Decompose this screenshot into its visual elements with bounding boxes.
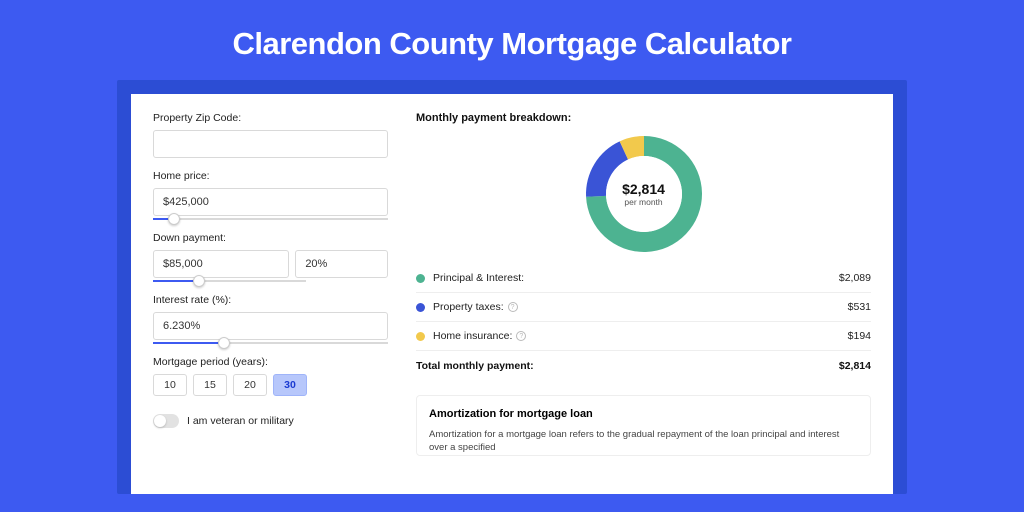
legend-row: Principal & Interest:$2,089 <box>416 264 871 293</box>
mortgage-period-options: 10 15 20 30 <box>153 374 388 396</box>
interest-rate-field: Interest rate (%): <box>153 294 388 344</box>
down-payment-amount-input[interactable] <box>153 250 289 278</box>
legend-dot <box>416 303 425 312</box>
slider-thumb[interactable] <box>168 213 180 225</box>
interest-rate-slider[interactable] <box>153 342 388 344</box>
calculator-card: Property Zip Code: Home price: Down paym… <box>131 94 893 494</box>
zip-field: Property Zip Code: <box>153 112 388 158</box>
legend-row: Home insurance:?$194 <box>416 322 871 351</box>
legend-label: Principal & Interest: <box>433 272 839 284</box>
period-option-10[interactable]: 10 <box>153 374 187 396</box>
home-price-slider[interactable] <box>153 218 388 220</box>
total-label: Total monthly payment: <box>416 360 839 372</box>
home-price-field: Home price: <box>153 170 388 220</box>
zip-input[interactable] <box>153 130 388 158</box>
payment-donut-chart: $2,814 per month <box>584 134 704 254</box>
slider-thumb[interactable] <box>218 337 230 349</box>
amortization-title: Amortization for mortgage loan <box>429 408 858 420</box>
donut-amount: $2,814 <box>622 181 665 197</box>
zip-label: Property Zip Code: <box>153 112 388 124</box>
home-price-input[interactable] <box>153 188 388 216</box>
donut-center: $2,814 per month <box>606 156 682 232</box>
page-title: Clarendon County Mortgage Calculator <box>0 0 1024 80</box>
legend-value: $194 <box>848 330 871 342</box>
total-value: $2,814 <box>839 360 871 372</box>
donut-wrap: $2,814 per month <box>416 130 871 264</box>
period-option-30[interactable]: 30 <box>273 374 307 396</box>
period-option-15[interactable]: 15 <box>193 374 227 396</box>
slider-thumb[interactable] <box>193 275 205 287</box>
mortgage-period-field: Mortgage period (years): 10 15 20 30 <box>153 356 388 396</box>
breakdown-heading: Monthly payment breakdown: <box>416 112 871 124</box>
veteran-row: I am veteran or military <box>153 414 388 428</box>
legend-row: Property taxes:?$531 <box>416 293 871 322</box>
donut-sub: per month <box>624 197 662 207</box>
amortization-text: Amortization for a mortgage loan refers … <box>429 428 858 455</box>
down-payment-percent-input[interactable] <box>295 250 388 278</box>
amortization-card: Amortization for mortgage loan Amortizat… <box>416 395 871 456</box>
legend-value: $2,089 <box>839 272 871 284</box>
interest-rate-label: Interest rate (%): <box>153 294 388 306</box>
interest-rate-input[interactable] <box>153 312 388 340</box>
legend-dot <box>416 274 425 283</box>
mortgage-period-label: Mortgage period (years): <box>153 356 388 368</box>
info-icon[interactable]: ? <box>516 331 526 341</box>
period-option-20[interactable]: 20 <box>233 374 267 396</box>
inputs-column: Property Zip Code: Home price: Down paym… <box>153 112 388 476</box>
down-payment-label: Down payment: <box>153 232 388 244</box>
legend: Principal & Interest:$2,089Property taxe… <box>416 264 871 351</box>
legend-label: Home insurance:? <box>433 330 848 342</box>
info-icon[interactable]: ? <box>508 302 518 312</box>
legend-label: Property taxes:? <box>433 301 848 313</box>
down-payment-field: Down payment: <box>153 232 388 282</box>
home-price-label: Home price: <box>153 170 388 182</box>
legend-dot <box>416 332 425 341</box>
total-row: Total monthly payment: $2,814 <box>416 351 871 381</box>
veteran-toggle[interactable] <box>153 414 179 428</box>
down-payment-slider[interactable] <box>153 280 306 282</box>
legend-value: $531 <box>848 301 871 313</box>
calculator-frame: Property Zip Code: Home price: Down paym… <box>117 80 907 494</box>
veteran-label: I am veteran or military <box>187 415 294 427</box>
breakdown-column: Monthly payment breakdown: $2,814 per mo… <box>416 112 871 476</box>
